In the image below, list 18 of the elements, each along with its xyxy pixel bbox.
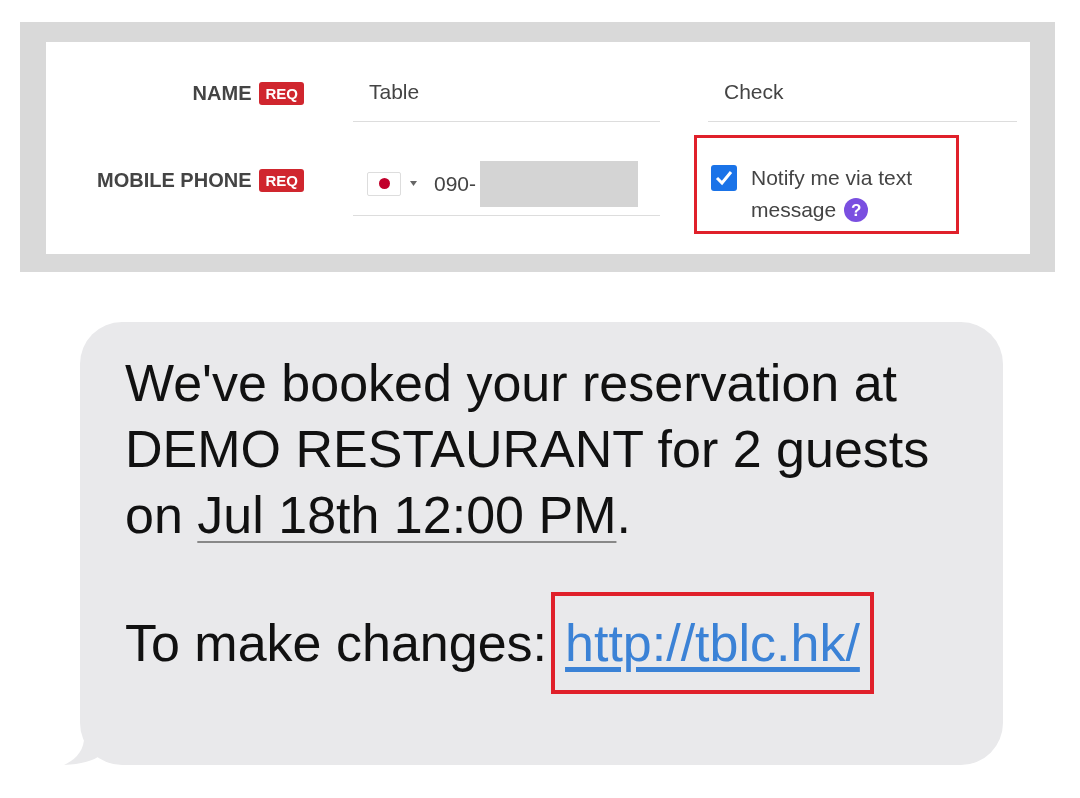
help-icon[interactable]: ? bbox=[844, 198, 869, 222]
field-label: NAME bbox=[192, 81, 252, 106]
date-link[interactable]: Jul 18th 12:00 PM bbox=[197, 486, 617, 544]
message-text: We've booked your reservation at DEMO RESTAURANT for 2 guests on Jul 18th 12:00 PM. bbox=[125, 353, 931, 546]
required-badge: REQ bbox=[259, 168, 304, 192]
phone-input[interactable]: 090- bbox=[434, 167, 480, 200]
text-input[interactable]: Table bbox=[353, 62, 660, 122]
checkbox[interactable] bbox=[711, 165, 737, 191]
field-label: MOBILE PHONE bbox=[97, 168, 252, 193]
checkbox-label: message bbox=[751, 197, 837, 223]
caret-icon bbox=[410, 181, 417, 186]
checkmark-icon bbox=[715, 170, 733, 186]
country-dropdown[interactable] bbox=[367, 171, 417, 196]
checkbox-label: Notify me via text bbox=[751, 165, 913, 191]
text-input[interactable]: Check bbox=[708, 62, 1017, 122]
japan-flag-icon bbox=[367, 171, 401, 196]
message-text: To make changes: bbox=[125, 613, 548, 674]
required-badge: REQ bbox=[259, 81, 304, 105]
